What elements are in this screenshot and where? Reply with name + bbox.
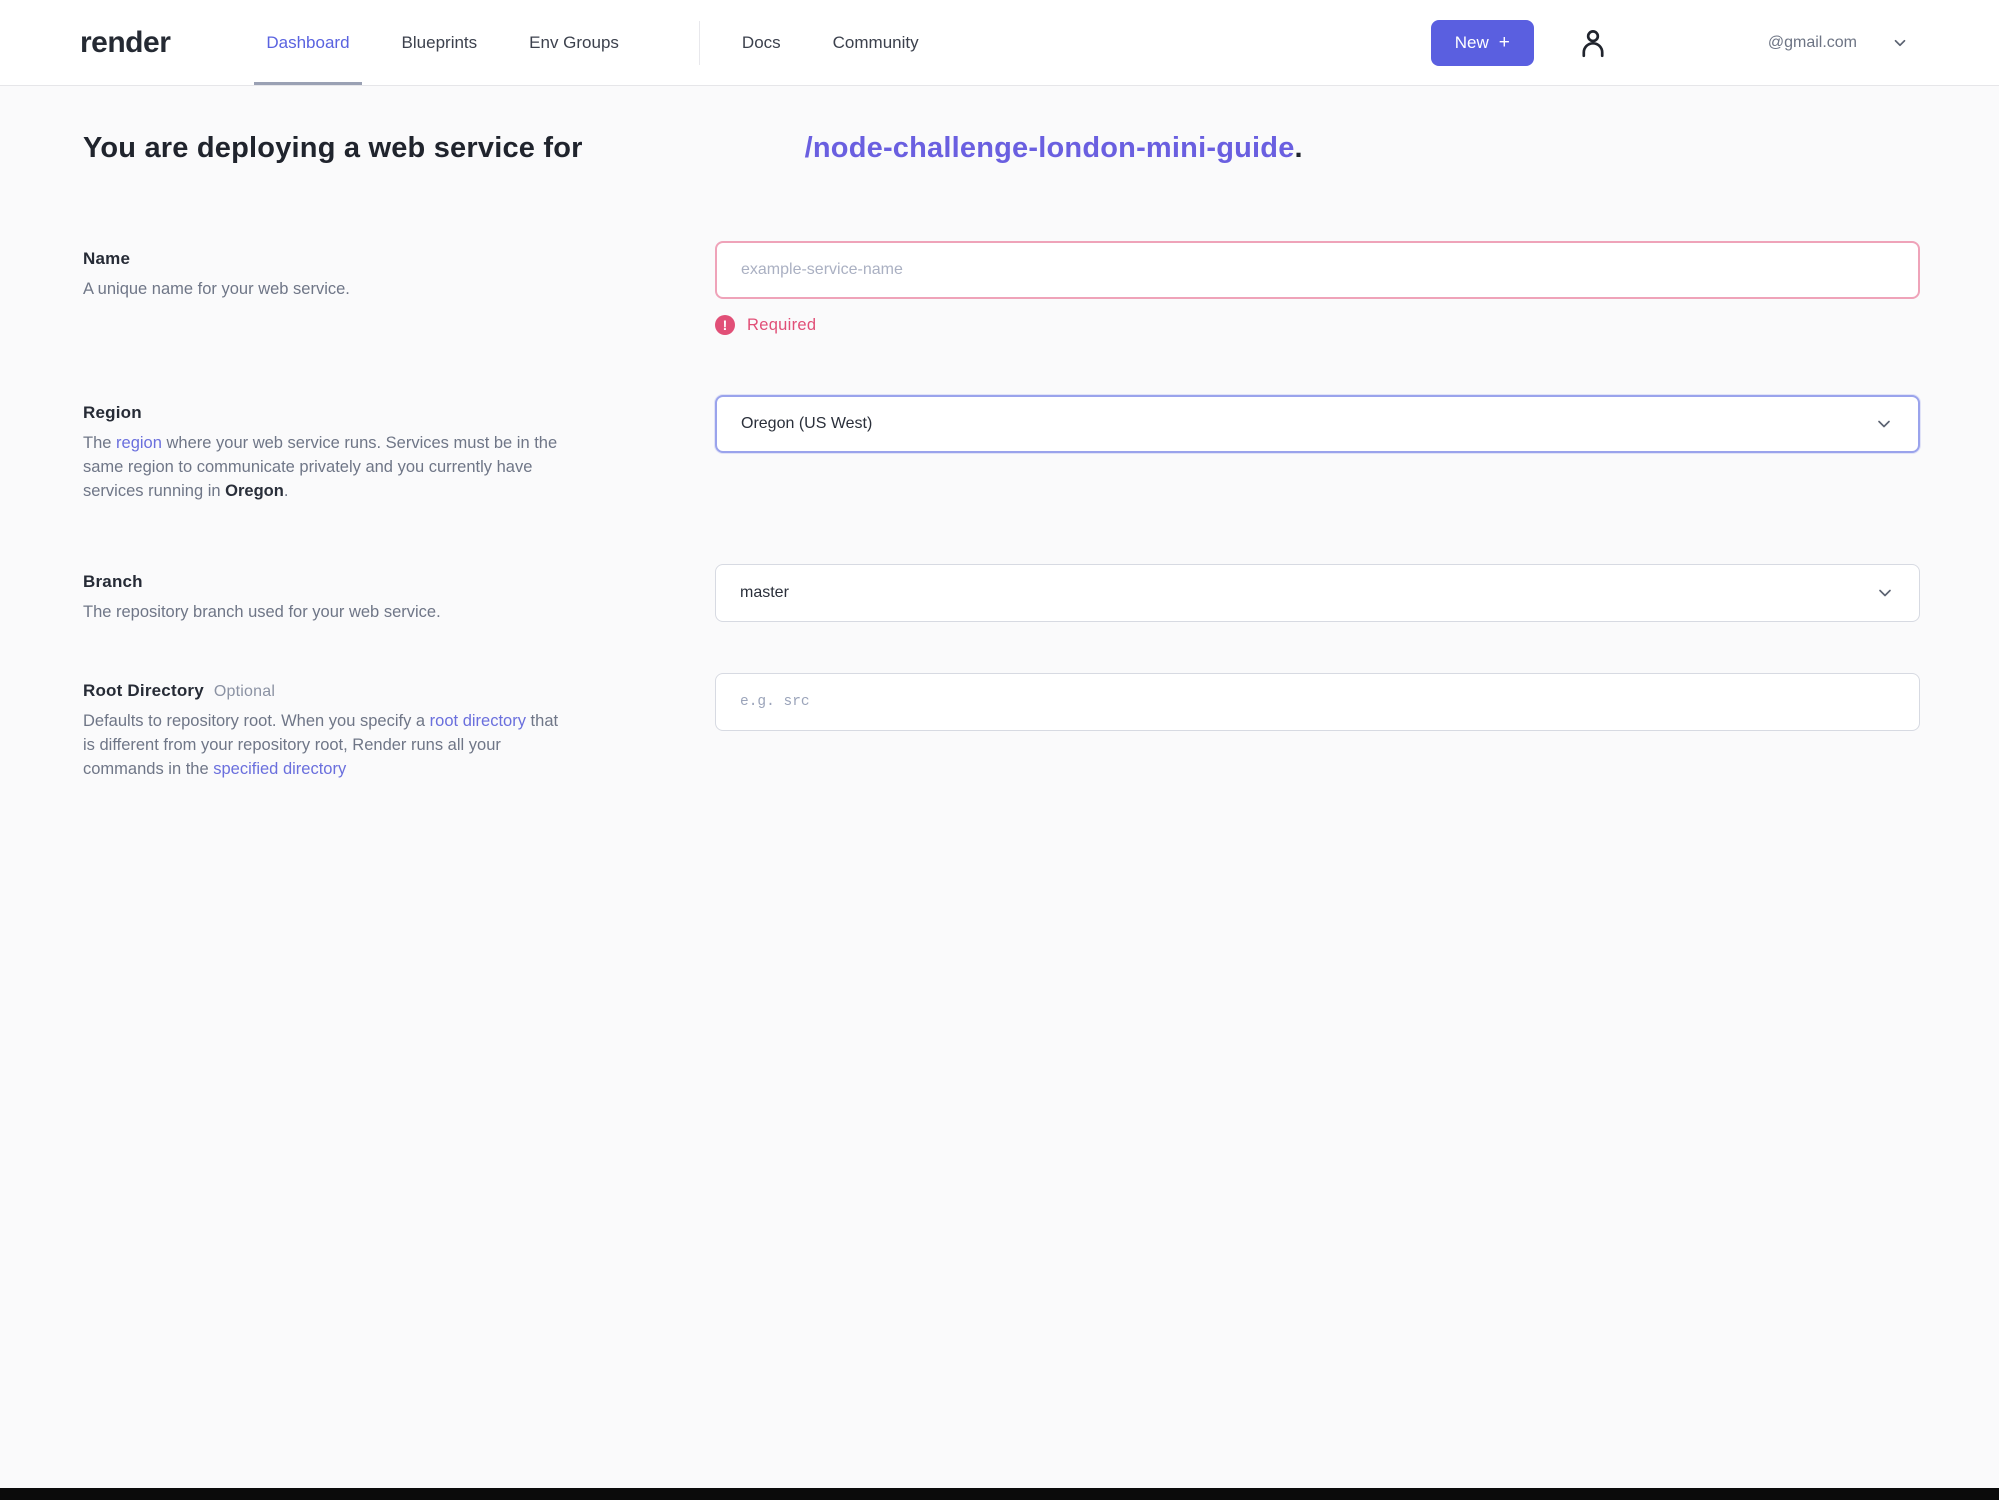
branch-field-info: Branch The repository branch used for yo… <box>83 564 561 625</box>
name-field-row: Name A unique name for your web service.… <box>83 241 1999 335</box>
region-label: Region <box>83 403 142 422</box>
chevron-down-icon <box>1879 589 1891 597</box>
branch-select-value: master <box>740 583 789 601</box>
root-directory-doc-link[interactable]: root directory <box>430 712 526 730</box>
branch-description: The repository branch used for your web … <box>83 602 441 621</box>
person-icon <box>1582 29 1604 57</box>
region-select-value: Oregon (US West) <box>741 415 873 432</box>
nav-item-docs[interactable]: Docs <box>742 0 781 85</box>
error-exclamation-icon: ! <box>715 315 735 335</box>
root-directory-field-row: Root Directory Optional Defaults to repos… <box>83 672 1999 782</box>
region-desc-text: The <box>83 434 117 452</box>
specified-directory-doc-link[interactable]: specified directory <box>213 760 346 778</box>
nav-item-dashboard[interactable]: Dashboard <box>254 0 362 85</box>
page-title-prefix: You are deploying a web service for <box>83 132 583 164</box>
repo-link[interactable]: /node-challenge-london-mini-guide <box>805 132 1295 165</box>
account-menu[interactable]: @gmail.com <box>1768 34 1909 52</box>
account-email: @gmail.com <box>1767 33 1857 51</box>
bottom-screen-edge-bar <box>0 1488 1999 1500</box>
region-description: The region where your web service runs. … <box>83 432 561 504</box>
primary-nav: Dashboard Blueprints Env Groups Docs Com… <box>254 0 970 85</box>
name-error-message: ! Required <box>715 315 1920 335</box>
deploy-web-service-page: You are deploying a web service for /nod… <box>0 86 1999 781</box>
new-button-label: New <box>1454 32 1489 52</box>
optional-tag: Optional <box>213 682 276 700</box>
page-title-suffix: . <box>1294 132 1303 164</box>
chevron-down-icon <box>1894 39 1906 46</box>
branch-select[interactable]: master <box>715 563 1920 622</box>
plus-icon: + <box>1498 31 1510 53</box>
header-right-group: New + @gmail.com <box>1430 19 1909 66</box>
region-doc-link[interactable]: region <box>116 434 162 452</box>
region-field-info: Region The region where your web service… <box>83 395 561 504</box>
nav-divider <box>698 20 700 65</box>
service-name-input[interactable] <box>715 241 1920 299</box>
region-desc-text: . <box>283 481 289 500</box>
user-account-button[interactable] <box>1576 26 1610 60</box>
root-directory-input[interactable] <box>715 672 1920 731</box>
region-field-row: Region The region where your web service… <box>83 395 1999 504</box>
root-directory-desc-text: Defaults to repository root. When you sp… <box>83 711 430 730</box>
name-label: Name <box>83 249 131 268</box>
region-select[interactable]: Oregon (US West) <box>715 395 1920 453</box>
new-button[interactable]: New + <box>1430 19 1534 66</box>
nav-item-env-groups[interactable]: Env Groups <box>529 0 619 85</box>
name-field-control: ! Required <box>715 241 1920 335</box>
region-desc-oregon: Oregon <box>225 481 284 500</box>
render-logo[interactable]: render <box>80 26 171 60</box>
branch-field-row: Branch The repository branch used for yo… <box>83 563 1999 625</box>
deploy-form: Name A unique name for your web service.… <box>83 241 1999 781</box>
name-description: A unique name for your web service. <box>83 280 350 298</box>
page-title: You are deploying a web service for /nod… <box>83 132 1999 165</box>
branch-label: Branch <box>83 571 143 591</box>
chevron-down-icon <box>1878 420 1890 428</box>
nav-item-blueprints[interactable]: Blueprints <box>402 0 478 85</box>
top-navbar: render Dashboard Blueprints Env Groups D… <box>0 0 1999 86</box>
root-directory-label-text: Root Directory <box>83 680 204 700</box>
nav-item-community[interactable]: Community <box>833 0 919 85</box>
root-directory-description: Defaults to repository root. When you sp… <box>83 710 561 782</box>
root-directory-label: Root Directory Optional <box>83 681 561 701</box>
error-text: Required <box>747 315 817 334</box>
root-directory-field-info: Root Directory Optional Defaults to repos… <box>83 673 561 782</box>
name-field-info: Name A unique name for your web service. <box>83 241 561 302</box>
